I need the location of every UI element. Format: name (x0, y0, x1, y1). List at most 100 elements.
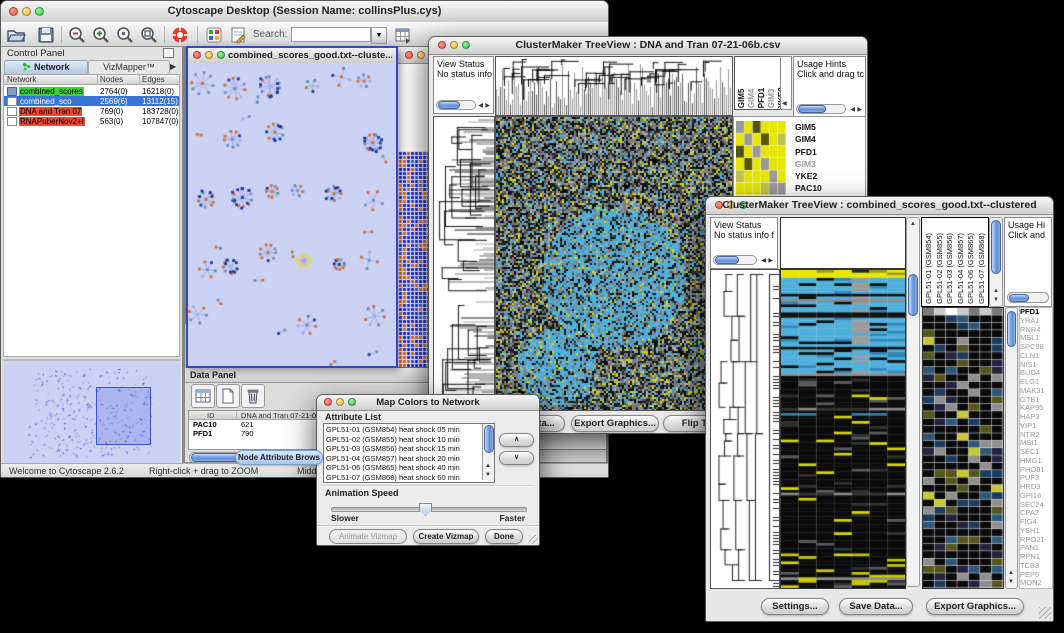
search-label: Search: (253, 29, 287, 40)
status-hint-zoom: Right-click + drag to ZOOM (149, 466, 258, 476)
t1-export-graphics-button[interactable]: Export Graphics... (571, 415, 659, 432)
network-name[interactable]: DNA and Tran 07 (19, 107, 82, 116)
minimize-icon[interactable] (417, 51, 425, 59)
map-dialog-title: Map Colors to Network (317, 397, 539, 408)
annotation-icon[interactable] (228, 25, 248, 45)
tv2-hints-scrollbar[interactable] (1007, 292, 1049, 303)
move-down-button[interactable]: ∨ (499, 451, 534, 465)
tv1-zoom-scroll-strip[interactable]: ◀ (780, 56, 792, 110)
attribute-list-item[interactable]: GPL51-07 (GSM868) heat shock 60 min (326, 473, 460, 483)
close-icon[interactable] (193, 51, 201, 59)
search-dropdown-button[interactable]: ▼ (371, 27, 387, 44)
tv1-heatmap[interactable] (495, 116, 733, 411)
tv1-row-label: PFD1 (795, 146, 822, 158)
network-name[interactable]: combined_sco (19, 97, 73, 106)
save-icon[interactable] (36, 25, 56, 45)
navigator-viewport-rect[interactable] (96, 387, 151, 445)
tab-vizmapper[interactable]: VizMapper™ (88, 60, 170, 75)
tv1-zoom-heatmap[interactable] (736, 121, 786, 195)
attribute-list-label: Attribute List (325, 412, 381, 422)
attribute-list-scrollbar[interactable]: ▲▼ (482, 424, 494, 480)
done-button[interactable]: Done (485, 529, 523, 544)
table-col-attr[interactable]: DNA and Tran 07-21-06... (241, 411, 326, 420)
attribute-list-item[interactable]: GPL51-04 (GSM857) heat shock 20 min (326, 454, 460, 464)
move-up-button[interactable]: ∧ (499, 433, 534, 447)
attribute-listbox[interactable]: GPL51-01 (GSM854) heat shock 05 minGPL51… (323, 423, 495, 483)
slider-handle[interactable] (419, 503, 432, 516)
attribute-select-button[interactable] (191, 384, 215, 408)
delete-attribute-button[interactable] (241, 384, 265, 408)
zoom-fit-icon[interactable] (115, 25, 135, 45)
tv2-gene-names: PFD1YRA1RNR4MSL1SPC98CLN1NIS1BUD4ELG1MAK… (1019, 307, 1053, 589)
vizmapper-icon[interactable] (204, 25, 224, 45)
create-vizmap-button[interactable]: Create Vizmap (413, 529, 479, 544)
t2-save-data-button[interactable]: Save Data... (839, 598, 913, 615)
control-panel: Control Panel Network VizMapper™ ▶ Netwo… (1, 47, 183, 463)
attribute-list-item[interactable]: GPL51-06 (GSM865) heat shock 40 min (326, 463, 460, 473)
minimize-icon[interactable] (205, 51, 213, 59)
t2-export-graphics-button[interactable]: Export Graphics... (926, 598, 1024, 615)
treeview1-title: ClusterMaker TreeView : DNA and Tran 07-… (429, 39, 867, 51)
network-table-row[interactable]: combined_sco2569(6)13112(15) (4, 96, 179, 106)
slider-min-label: Slower (331, 513, 359, 523)
network-table-row[interactable]: combined_scores2764(0)16218(0) (4, 86, 179, 96)
search-input[interactable] (291, 27, 371, 42)
new-attribute-button[interactable] (216, 384, 240, 408)
row-value: 790 (241, 429, 254, 438)
node-attribute-browser-tab[interactable]: Node Attribute Brows (235, 450, 323, 465)
tv1-row-dendrogram[interactable] (433, 116, 495, 411)
tv2-column-dendrogram[interactable] (780, 217, 906, 269)
import-table-icon[interactable] (393, 25, 413, 45)
t2-settings-button[interactable]: Settings... (761, 598, 829, 615)
tv2-genes-scrollbar[interactable]: ▲▼ (1005, 307, 1018, 589)
network-nodes-count: 2569(6) (100, 97, 128, 106)
tv1-column-dendrogram[interactable] (495, 56, 733, 116)
help-lifering-icon[interactable] (170, 25, 190, 45)
tab-overflow-arrow[interactable]: ▶ (170, 60, 180, 73)
tv2-gene-label[interactable]: MON2 (1020, 579, 1052, 588)
float-panel-icon[interactable] (163, 48, 174, 58)
network-frame-1: combined_scores_good.txt--cluste... (186, 46, 398, 368)
network-nodes-count: 563(0) (100, 117, 123, 126)
birdseye-navigator[interactable] (3, 359, 180, 463)
row-id: PAC10 (193, 420, 217, 429)
network-name[interactable]: combined_scores (19, 87, 84, 96)
col-header-edges[interactable]: Edges (142, 75, 165, 84)
attribute-list-item[interactable]: GPL51-03 (GSM856) heat shock 15 min (326, 444, 460, 454)
slider-max-label: Faster (499, 513, 525, 523)
tv1-hints-scrollbar[interactable] (796, 104, 846, 114)
close-icon[interactable] (405, 51, 413, 59)
attribute-list-item[interactable]: GPL51-02 (GSM855) heat shock 10 min (326, 435, 460, 445)
attribute-list-item[interactable]: GPL51-01 (GSM854) heat shock 05 min (326, 425, 460, 435)
tv1-status-scrollbar[interactable] (436, 100, 476, 110)
animation-slider[interactable] (331, 503, 525, 513)
tv2-row-dendrogram[interactable] (710, 269, 780, 589)
col-header-nodes[interactable]: Nodes (100, 75, 123, 84)
network-table-row[interactable]: RNAPuberNov2+I563(0)107847(0) (4, 116, 179, 126)
row-id: PFD1 (193, 429, 212, 438)
tab-network[interactable]: Network (4, 60, 88, 75)
tv2-column-label: GPL51-01 (GSM854) (924, 233, 933, 304)
zoom-window-icon[interactable] (217, 51, 225, 59)
tv2-status-scrollbar[interactable] (713, 255, 757, 265)
tv2-zoom-heatmap[interactable] (922, 307, 1004, 589)
tv2-usage-hints: Usage Hi Click and (1004, 217, 1052, 307)
folder-icon (7, 87, 17, 96)
network-table-row[interactable]: DNA and Tran 07769(0)183728(0) (4, 106, 179, 116)
animate-vizmap-button[interactable]: Animate Vizmap (329, 529, 407, 544)
zoom-out-icon[interactable] (67, 25, 87, 45)
tv2-heatmap[interactable] (780, 269, 906, 589)
tv2-colnames-scrollbar[interactable]: ▲▼ (989, 217, 1003, 307)
main-title-bar[interactable]: Cytoscape Desktop (Session Name: collins… (1, 1, 608, 23)
network-table: Network Nodes Edges combined_scores2764(… (3, 74, 180, 357)
zoom-selected-icon[interactable] (139, 25, 159, 45)
network-view-canvas[interactable] (188, 63, 396, 366)
tv2-column-label: GPL51-02 (GSM855) (935, 233, 944, 304)
network-name[interactable]: RNAPuberNov2+I (19, 117, 85, 126)
tv1-row-label: GIM3 (795, 158, 822, 170)
table-col-id[interactable]: ID (207, 411, 215, 420)
zoom-in-icon[interactable] (91, 25, 111, 45)
col-header-network[interactable]: Network (7, 75, 36, 84)
tv2-main-vscrollbar[interactable]: ▲ (906, 217, 920, 587)
open-folder-icon[interactable] (6, 25, 26, 45)
